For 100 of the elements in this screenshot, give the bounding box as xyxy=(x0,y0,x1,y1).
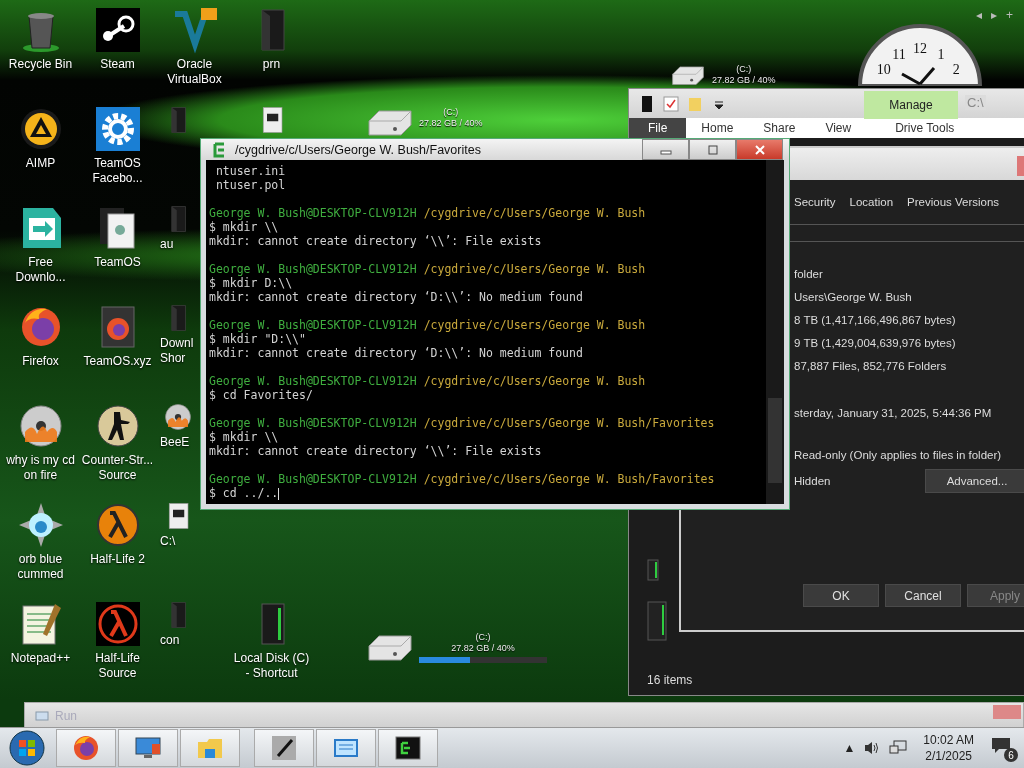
maximize-icon xyxy=(706,144,719,155)
property-value: Users\George W. Bush xyxy=(794,291,913,303)
output-line: mkdir: cannot create directory ‘\\’: File exists xyxy=(209,444,543,458)
file-name: ntuser.pol xyxy=(214,178,287,192)
property-value: 9 TB (1,429,004,639,976 bytes) xyxy=(794,337,957,349)
desktop-shortcut[interactable]: TeamOS xyxy=(79,204,156,303)
prompt-line: George W. Bush@DESKTOP-CLV912H /cygdrive/c/Users/George W. Bush/Favorites xyxy=(209,416,716,430)
disc-icon xyxy=(162,402,193,432)
output-line: mkdir: cannot create directory ‘\\’: File exists xyxy=(209,234,543,248)
prompt-line: George W. Bush@DESKTOP-CLV912H /cygdrive/c/Users/George W. Bush xyxy=(209,262,647,276)
network-icon[interactable] xyxy=(889,740,908,756)
advanced-button[interactable]: Advanced... xyxy=(925,469,1024,493)
dialog-button[interactable]: OK xyxy=(803,584,879,607)
dialog-tab[interactable]: Previous Versions xyxy=(907,196,1000,208)
dialog-button[interactable]: Cancel xyxy=(885,584,961,607)
desktop-shortcut[interactable]: TeamOS Facebo... xyxy=(79,105,156,204)
status-text: 16 items xyxy=(647,673,693,687)
attribute-label[interactable]: Hidden xyxy=(794,475,831,487)
desktop-shortcut[interactable]: con xyxy=(156,600,199,699)
desktop-shortcut[interactable]: TeamOS.xyz xyxy=(79,303,156,402)
scroll-thumb[interactable] xyxy=(768,398,782,483)
property-value: 8 TB (1,417,166,496,867 bytes) xyxy=(794,314,957,326)
drive-icon xyxy=(365,107,415,137)
clock-numeral: 11 xyxy=(892,46,906,62)
desktop-shortcut[interactable]: C:\ xyxy=(156,501,199,600)
ribbon-tab[interactable]: File xyxy=(629,118,687,138)
drive-usage: 27.82 GB / 40% xyxy=(419,118,483,129)
desktop-shortcut[interactable]: prn xyxy=(233,6,310,105)
drive-label: (C:) xyxy=(442,107,460,118)
drive-icon xyxy=(365,632,415,662)
property-value: 87,887 Files, 852,776 Folders xyxy=(794,360,948,372)
desktop-shortcut[interactable]: Counter-Str... Source xyxy=(79,402,156,501)
window-icon xyxy=(35,711,49,721)
taskbar-button[interactable] xyxy=(378,729,438,767)
clock-numeral: 1 xyxy=(937,46,945,62)
desktop-shortcut[interactable]: Notepad++ xyxy=(2,600,79,699)
desktop-shortcut[interactable]: Half-Life 2 xyxy=(79,501,156,600)
scrollbar[interactable] xyxy=(766,160,784,504)
desktop-shortcut[interactable]: AIMP xyxy=(2,105,79,204)
desktop-shortcut[interactable]: Oracle VirtualBox xyxy=(156,6,233,105)
gadget-control[interactable]: ◂ xyxy=(976,8,982,22)
close-icon xyxy=(753,144,766,155)
output-line: mkdir: cannot create directory ‘D:\\’: No medium found xyxy=(209,346,584,360)
desktop-shortcut[interactable]: orb blue cummed xyxy=(2,501,79,600)
dialog-tab[interactable]: Location xyxy=(849,196,894,208)
desktop-shortcut[interactable]: Local Disk (C) - Shortcut xyxy=(233,600,310,699)
drive-usage: 27.82 GB / 40% xyxy=(712,75,776,86)
ribbon-tab[interactable]: Drive Tools xyxy=(880,118,970,138)
gear-link-icon xyxy=(93,6,142,54)
checklist-icon[interactable] xyxy=(663,94,679,113)
file-name: ntuser.ini xyxy=(214,164,287,178)
command-line: $ mkdir \\ xyxy=(209,220,280,234)
clock-numeral: 10 xyxy=(876,62,891,77)
ribbon-tab[interactable]: Share xyxy=(748,118,811,138)
maximize-button[interactable] xyxy=(689,139,736,160)
prompt-line: George W. Bush@DESKTOP-CLV912H /cygdrive/c/Users/George W. Bush/Favorites xyxy=(209,472,716,486)
clock-numeral: 12 xyxy=(913,41,927,56)
desktop-shortcut[interactable]: BeeE xyxy=(156,402,199,501)
minimize-button[interactable] xyxy=(642,139,689,160)
drive-usage: 27.82 GB / 40% xyxy=(450,643,516,654)
desktop-shortcut[interactable]: au xyxy=(156,204,199,303)
desktop-shortcut[interactable]: Downl Shor xyxy=(156,303,199,402)
name-field[interactable] xyxy=(788,224,1024,242)
command-line: $ cd Favorites/ xyxy=(209,388,314,402)
property-value: folder xyxy=(794,268,824,280)
lambda-icon xyxy=(93,600,142,648)
output-line: mkdir: cannot create directory ‘D:\\’: No medium found xyxy=(209,290,584,304)
attribute-label[interactable]: Read-only (Only applies to files in folder) xyxy=(794,449,1002,461)
prompt-line: George W. Bush@DESKTOP-CLV912H /cygdrive/c/Users/George W. Bush xyxy=(209,374,647,388)
command-line: $ cd ../.. xyxy=(209,486,281,500)
command-line: $ mkdir D:\\ xyxy=(209,276,294,290)
dialog-tab[interactable]: Security xyxy=(794,196,836,208)
desktop-shortcut[interactable]: Recycle Bin xyxy=(2,6,79,105)
pen-icon xyxy=(270,734,298,762)
drive-label: (C:) xyxy=(474,632,492,643)
property-value: sterday, January 31, 2025, 5:44:36 PM xyxy=(794,407,993,419)
desktop-shortcut[interactable]: Half-Life Source xyxy=(79,600,156,699)
start-button[interactable] xyxy=(6,729,48,767)
file-icon[interactable] xyxy=(639,94,655,113)
command-line: $ mkdir \\ xyxy=(209,430,280,444)
prompt-line: George W. Bush@DESKTOP-CLV912H /cygdrive/c/Users/George W. Bush xyxy=(209,318,647,332)
desktop-shortcut[interactable]: Steam xyxy=(79,6,156,105)
clock-button[interactable]: 10:02 AM 2/1/2025 xyxy=(923,732,974,764)
taskbar-button[interactable] xyxy=(254,729,314,767)
desktop-shortcut[interactable]: Free Downlo... xyxy=(2,204,79,303)
tower-drive-icon xyxy=(647,559,659,581)
tower-drive-icon xyxy=(647,601,667,641)
clock-numeral: 2 xyxy=(952,62,960,77)
taskbar-button[interactable] xyxy=(56,729,116,767)
gadget-control[interactable]: + xyxy=(1006,8,1013,22)
show-hidden-icons-button[interactable]: ▲ xyxy=(843,741,856,755)
ribbon-tab[interactable]: Home xyxy=(686,118,749,138)
terminal-icon xyxy=(394,734,422,762)
desktop-shortcut[interactable]: Firefox xyxy=(2,303,79,402)
desktop-shortcut[interactable]: why is my cd on fire xyxy=(2,402,79,501)
gadget-control[interactable]: ▸ xyxy=(991,8,997,22)
ribbon-tab[interactable]: View xyxy=(810,118,867,138)
manage-tab[interactable]: Manage xyxy=(864,91,958,119)
close-button[interactable] xyxy=(736,139,783,160)
command-line: $ mkdir "D:\\" xyxy=(209,332,307,346)
